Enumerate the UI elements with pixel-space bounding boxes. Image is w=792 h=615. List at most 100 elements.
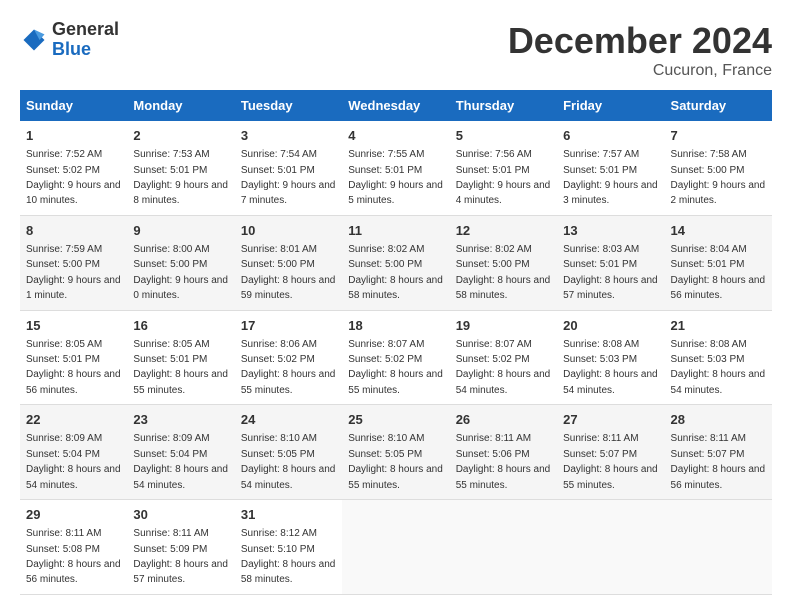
day-info: Sunrise: 8:09 AMSunset: 5:04 PMDaylight:…	[133, 433, 228, 490]
day-info: Sunrise: 8:07 AMSunset: 5:02 PMDaylight:…	[456, 339, 551, 396]
day-info: Sunrise: 8:02 AMSunset: 5:00 PMDaylight:…	[456, 244, 551, 301]
day-number: 7	[671, 127, 766, 145]
calendar-day-cell: 5 Sunrise: 7:56 AMSunset: 5:01 PMDaylight…	[450, 121, 557, 215]
logo-icon	[20, 26, 48, 54]
day-number: 5	[456, 127, 551, 145]
calendar-day-cell: 12 Sunrise: 8:02 AMSunset: 5:00 PMDayligh…	[450, 215, 557, 310]
calendar-day-cell: 27Sunrise: 8:11 AMSunset: 5:07 PMDayligh…	[557, 405, 664, 500]
day-number: 29	[26, 506, 121, 524]
day-info: Sunrise: 8:08 AMSunset: 5:03 PMDaylight:…	[563, 339, 658, 396]
calendar-day-cell: 6Sunrise: 7:57 AMSunset: 5:01 PMDaylight…	[557, 121, 664, 215]
day-number: 26	[456, 411, 551, 429]
calendar-day-cell: 3Sunrise: 7:54 AMSunset: 5:01 PMDaylight…	[235, 121, 342, 215]
day-of-week-header: Saturday	[665, 90, 772, 121]
day-number: 12	[456, 222, 551, 240]
calendar-day-cell: 20 Sunrise: 8:08 AMSunset: 5:03 PMDayligh…	[557, 310, 664, 405]
day-number: 22	[26, 411, 121, 429]
calendar-week-row: 8 Sunrise: 7:59 AMSunset: 5:00 PMDaylight…	[20, 215, 772, 310]
day-number: 20	[563, 317, 658, 335]
day-info: Sunrise: 8:11 AMSunset: 5:09 PMDaylight:…	[133, 528, 228, 585]
calendar-day-cell	[342, 500, 449, 595]
calendar-day-cell: 24Sunrise: 8:10 AMSunset: 5:05 PMDayligh…	[235, 405, 342, 500]
day-number: 17	[241, 317, 336, 335]
day-number: 31	[241, 506, 336, 524]
calendar-day-cell: 25 Sunrise: 8:10 AMSunset: 5:05 PMDayligh…	[342, 405, 449, 500]
day-info: Sunrise: 8:07 AMSunset: 5:02 PMDaylight:…	[348, 339, 443, 396]
calendar-day-cell: 4 Sunrise: 7:55 AMSunset: 5:01 PMDaylight…	[342, 121, 449, 215]
day-number: 21	[671, 317, 766, 335]
location: Cucuron, France	[508, 62, 772, 80]
day-number: 24	[241, 411, 336, 429]
logo-text: General Blue	[52, 20, 119, 60]
day-info: Sunrise: 8:03 AMSunset: 5:01 PMDaylight:…	[563, 244, 658, 301]
day-of-week-header: Tuesday	[235, 90, 342, 121]
calendar-day-cell: 16 Sunrise: 8:05 AMSunset: 5:01 PMDayligh…	[127, 310, 234, 405]
day-of-week-header: Sunday	[20, 90, 127, 121]
day-of-week-header: Monday	[127, 90, 234, 121]
day-number: 9	[133, 222, 228, 240]
calendar-day-cell	[665, 500, 772, 595]
day-number: 1	[26, 127, 121, 145]
calendar-day-cell	[557, 500, 664, 595]
day-number: 16	[133, 317, 228, 335]
day-info: Sunrise: 8:10 AMSunset: 5:05 PMDaylight:…	[348, 433, 443, 490]
day-info: Sunrise: 8:09 AMSunset: 5:04 PMDaylight:…	[26, 433, 121, 490]
day-number: 28	[671, 411, 766, 429]
calendar-day-cell: 10 Sunrise: 8:01 AMSunset: 5:00 PMDayligh…	[235, 215, 342, 310]
calendar-day-cell: 14 Sunrise: 8:04 AMSunset: 5:01 PMDayligh…	[665, 215, 772, 310]
day-info: Sunrise: 8:00 AMSunset: 5:00 PMDaylight:…	[133, 244, 228, 301]
day-info: Sunrise: 8:05 AMSunset: 5:01 PMDaylight:…	[133, 339, 228, 396]
day-of-week-header: Friday	[557, 90, 664, 121]
calendar-day-cell: 8 Sunrise: 7:59 AMSunset: 5:00 PMDaylight…	[20, 215, 127, 310]
day-info: Sunrise: 7:53 AMSunset: 5:01 PMDaylight:…	[133, 149, 228, 206]
day-number: 14	[671, 222, 766, 240]
calendar-day-cell: 7 Sunrise: 7:58 AMSunset: 5:00 PMDaylight…	[665, 121, 772, 215]
page-header: General Blue December 2024 Cucuron, Fran…	[20, 20, 772, 80]
calendar-day-cell: 11Sunrise: 8:02 AMSunset: 5:00 PMDayligh…	[342, 215, 449, 310]
day-number: 18	[348, 317, 443, 335]
day-number: 6	[563, 127, 658, 145]
calendar-day-cell	[450, 500, 557, 595]
calendar-day-cell: 13 Sunrise: 8:03 AMSunset: 5:01 PMDayligh…	[557, 215, 664, 310]
day-number: 8	[26, 222, 121, 240]
calendar-week-row: 29Sunrise: 8:11 AMSunset: 5:08 PMDayligh…	[20, 500, 772, 595]
day-number: 27	[563, 411, 658, 429]
day-info: Sunrise: 7:56 AMSunset: 5:01 PMDaylight:…	[456, 149, 551, 206]
day-number: 4	[348, 127, 443, 145]
day-number: 25	[348, 411, 443, 429]
calendar-day-cell: 2 Sunrise: 7:53 AMSunset: 5:01 PMDaylight…	[127, 121, 234, 215]
day-info: Sunrise: 8:11 AMSunset: 5:07 PMDaylight:…	[671, 433, 766, 490]
day-info: Sunrise: 8:08 AMSunset: 5:03 PMDaylight:…	[671, 339, 766, 396]
day-info: Sunrise: 7:59 AMSunset: 5:00 PMDaylight:…	[26, 244, 121, 301]
calendar-day-cell: 9 Sunrise: 8:00 AMSunset: 5:00 PMDaylight…	[127, 215, 234, 310]
logo: General Blue	[20, 20, 119, 60]
title-block: December 2024 Cucuron, France	[508, 20, 772, 80]
calendar-table: SundayMondayTuesdayWednesdayThursdayFrid…	[20, 90, 772, 595]
day-number: 10	[241, 222, 336, 240]
day-number: 2	[133, 127, 228, 145]
calendar-day-cell: 21 Sunrise: 8:08 AMSunset: 5:03 PMDayligh…	[665, 310, 772, 405]
day-info: Sunrise: 8:04 AMSunset: 5:01 PMDaylight:…	[671, 244, 766, 301]
calendar-day-cell: 15Sunrise: 8:05 AMSunset: 5:01 PMDayligh…	[20, 310, 127, 405]
calendar-day-cell: 31Sunrise: 8:12 AMSunset: 5:10 PMDayligh…	[235, 500, 342, 595]
calendar-day-cell: 18 Sunrise: 8:07 AMSunset: 5:02 PMDayligh…	[342, 310, 449, 405]
day-of-week-header: Wednesday	[342, 90, 449, 121]
day-info: Sunrise: 7:54 AMSunset: 5:01 PMDaylight:…	[241, 149, 336, 206]
day-number: 30	[133, 506, 228, 524]
calendar-day-cell: 22 Sunrise: 8:09 AMSunset: 5:04 PMDayligh…	[20, 405, 127, 500]
calendar-day-cell: 29Sunrise: 8:11 AMSunset: 5:08 PMDayligh…	[20, 500, 127, 595]
day-info: Sunrise: 8:02 AMSunset: 5:00 PMDaylight:…	[348, 244, 443, 301]
day-info: Sunrise: 7:58 AMSunset: 5:00 PMDaylight:…	[671, 149, 766, 206]
day-info: Sunrise: 8:06 AMSunset: 5:02 PMDaylight:…	[241, 339, 336, 396]
calendar-day-cell: 17 Sunrise: 8:06 AMSunset: 5:02 PMDayligh…	[235, 310, 342, 405]
day-info: Sunrise: 8:01 AMSunset: 5:00 PMDaylight:…	[241, 244, 336, 301]
month-title: December 2024	[508, 20, 772, 62]
day-number: 19	[456, 317, 551, 335]
day-info: Sunrise: 8:05 AMSunset: 5:01 PMDaylight:…	[26, 339, 121, 396]
day-number: 13	[563, 222, 658, 240]
calendar-week-row: 1Sunrise: 7:52 AMSunset: 5:02 PMDaylight…	[20, 121, 772, 215]
calendar-week-row: 22 Sunrise: 8:09 AMSunset: 5:04 PMDayligh…	[20, 405, 772, 500]
calendar-day-cell: 26Sunrise: 8:11 AMSunset: 5:06 PMDayligh…	[450, 405, 557, 500]
calendar-day-cell: 19 Sunrise: 8:07 AMSunset: 5:02 PMDayligh…	[450, 310, 557, 405]
day-info: Sunrise: 7:55 AMSunset: 5:01 PMDaylight:…	[348, 149, 443, 206]
